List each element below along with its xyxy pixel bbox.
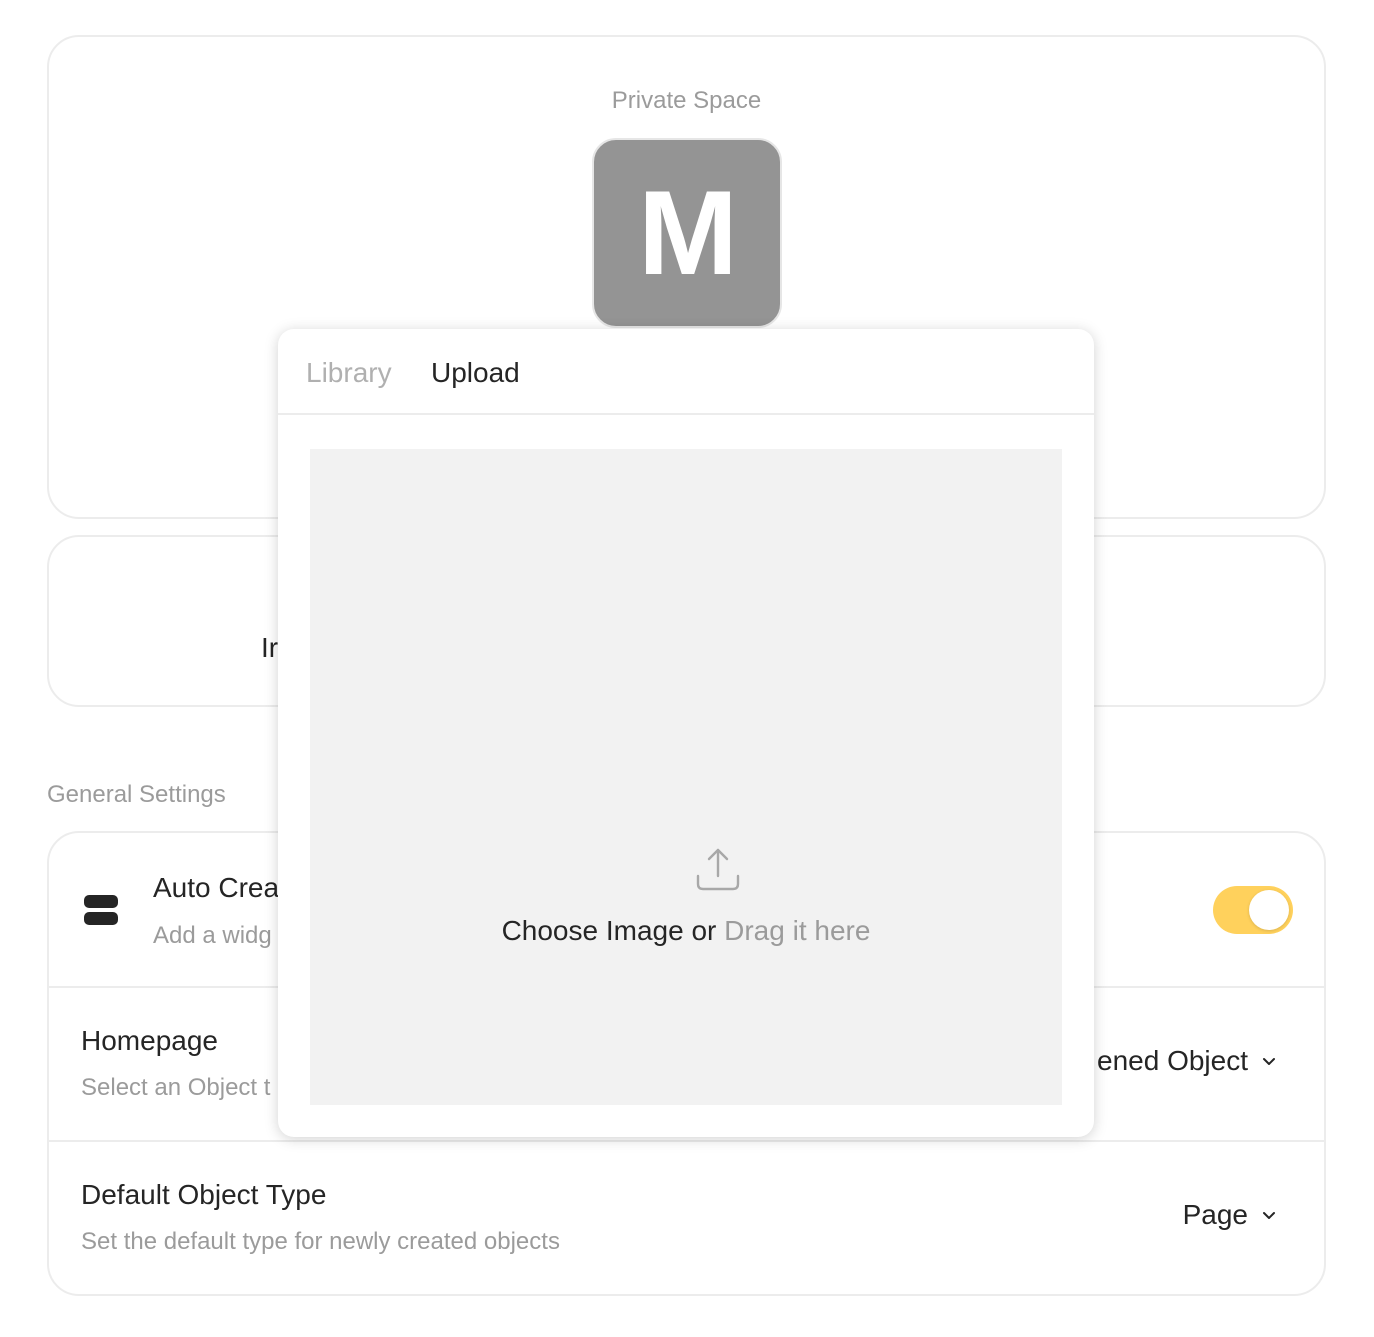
chevron-down-icon	[1263, 1212, 1275, 1219]
default-object-type-value: Page	[1182, 1199, 1248, 1230]
default-object-type-description: Set the default type for newly created o…	[81, 1228, 560, 1255]
homepage-title: Homepage	[81, 1025, 218, 1056]
auto-create-description: Add a widg	[153, 922, 272, 949]
auto-create-toggle[interactable]	[1213, 886, 1293, 934]
space-avatar[interactable]: M	[592, 138, 782, 328]
upload-dropzone[interactable]: Choose Image or Drag it here	[310, 449, 1062, 1105]
image-picker-popup: Library Upload Choose Image or Drag it h…	[278, 329, 1094, 1137]
avatar-letter: M	[638, 166, 738, 300]
invite-text: Ir	[261, 632, 279, 663]
dropzone-text: Choose Image or Drag it here	[310, 915, 1062, 947]
default-object-type-row: Default Object Type Set the default type…	[49, 1142, 1324, 1296]
chevron-down-icon	[1263, 1058, 1275, 1065]
homepage-description: Select an Object t	[81, 1074, 271, 1101]
auto-create-title: Auto Crea	[153, 872, 280, 903]
default-object-type-select[interactable]: Page	[1183, 1199, 1278, 1231]
drag-hint: Drag it here	[724, 915, 871, 946]
widget-icon	[84, 895, 118, 925]
default-object-type-title: Default Object Type	[81, 1179, 327, 1210]
space-type-label: Private Space	[611, 87, 762, 114]
tab-upload[interactable]: Upload	[431, 357, 520, 389]
choose-image-link[interactable]: Choose Image or	[502, 915, 717, 946]
general-settings-label: General Settings	[47, 781, 226, 808]
homepage-select[interactable]: ened Object	[1097, 1045, 1278, 1077]
toggle-knob	[1249, 890, 1289, 930]
tab-library[interactable]: Library	[306, 357, 392, 389]
upload-icon	[696, 848, 740, 891]
homepage-select-value: ened Object	[1097, 1045, 1248, 1076]
popup-tabs: Library Upload	[278, 329, 1094, 415]
